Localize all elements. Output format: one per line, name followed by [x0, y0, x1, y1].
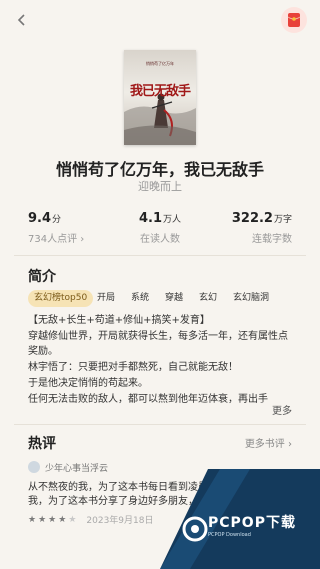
section-divider: [14, 255, 306, 256]
description-more-button[interactable]: 更多: [258, 402, 292, 417]
rating-value: 9.4: [28, 211, 52, 226]
description-line: 林宇悟了：只要把对手都熬死，自己就能无敌！: [28, 362, 238, 374]
tag-item[interactable]: 开局: [92, 290, 120, 307]
top-bar: [0, 0, 320, 40]
book-stats: 9.4分 734人点评 › 4.1万人 在读人数 322.2万字 连载字数: [0, 207, 320, 245]
tag-item[interactable]: 穿越: [160, 290, 188, 307]
cover-subtitle: 悄悄苟了亿万年: [146, 61, 174, 66]
description-line: 于是他决定悄悄的苟起来。: [28, 377, 148, 389]
description-line: 【无敌+长生+苟道+修仙+搞笑+发育】: [28, 315, 210, 326]
star-icon: ★: [28, 514, 37, 525]
readers-unit: 万人: [163, 215, 182, 225]
word-count-value: 322.2: [231, 211, 273, 226]
description-line: 任何无法击败的敌人，都可以熬到他年迈体衰，再出手: [28, 393, 268, 405]
description-line: 穿越修仙世界，开局就获得长生，每多活一年，还有属性点: [28, 330, 288, 342]
star-icon: ★: [58, 514, 67, 525]
rating-unit: 分: [52, 215, 62, 225]
readers-value: 4.1: [138, 211, 162, 226]
tag-item[interactable]: 玄幻: [194, 290, 222, 307]
more-reviews-link[interactable]: 更多书评 ›: [245, 435, 292, 450]
avatar[interactable]: [28, 461, 40, 473]
book-title: 悄悄苟了亿万年，我已无敌手: [55, 160, 264, 179]
tag-item[interactable]: 系统: [126, 290, 154, 307]
stat-word-count: 322.2万字 连载字数: [192, 207, 292, 245]
word-count-unit: 万字: [273, 215, 292, 225]
book-description[interactable]: 【无敌+长生+苟道+修仙+搞笑+发育】 穿越修仙世界，开局就获得长生，每多活一年…: [28, 313, 296, 407]
word-count-label: 连载字数: [252, 234, 292, 245]
red-packet-button[interactable]: [281, 7, 307, 33]
star-empty-icon: ★: [68, 514, 77, 525]
cover-title: 我已无敌手: [129, 84, 191, 99]
intro-title: 简介: [28, 269, 56, 285]
review-date: 2023年9月18日: [86, 516, 154, 526]
red-packet-icon: [287, 13, 301, 27]
watermark-text: PCPOP下载: [208, 515, 296, 531]
star-icon: ★: [48, 514, 57, 525]
star-icon: ★: [38, 514, 47, 525]
tag-item[interactable]: 玄幻脑洞: [228, 290, 274, 307]
back-button[interactable]: [12, 10, 32, 30]
chevron-left-icon: [17, 14, 25, 26]
tag-rank[interactable]: 玄幻榜top50: [28, 290, 94, 307]
book-cover[interactable]: 悄悄苟了亿万年 我已无敌手: [124, 50, 196, 145]
review-username: 少年心事当浮云: [45, 463, 109, 474]
author-name[interactable]: 迎晚而上: [0, 178, 320, 194]
watermark-subtext: PCPOP Download: [208, 532, 251, 538]
section-divider: [14, 424, 306, 425]
description-line: 奖励。: [28, 346, 58, 358]
reviews-title: 热评: [28, 436, 56, 452]
tag-list: 玄幻榜top50 开局 系统 穿越 玄幻 玄幻脑洞: [28, 290, 318, 308]
